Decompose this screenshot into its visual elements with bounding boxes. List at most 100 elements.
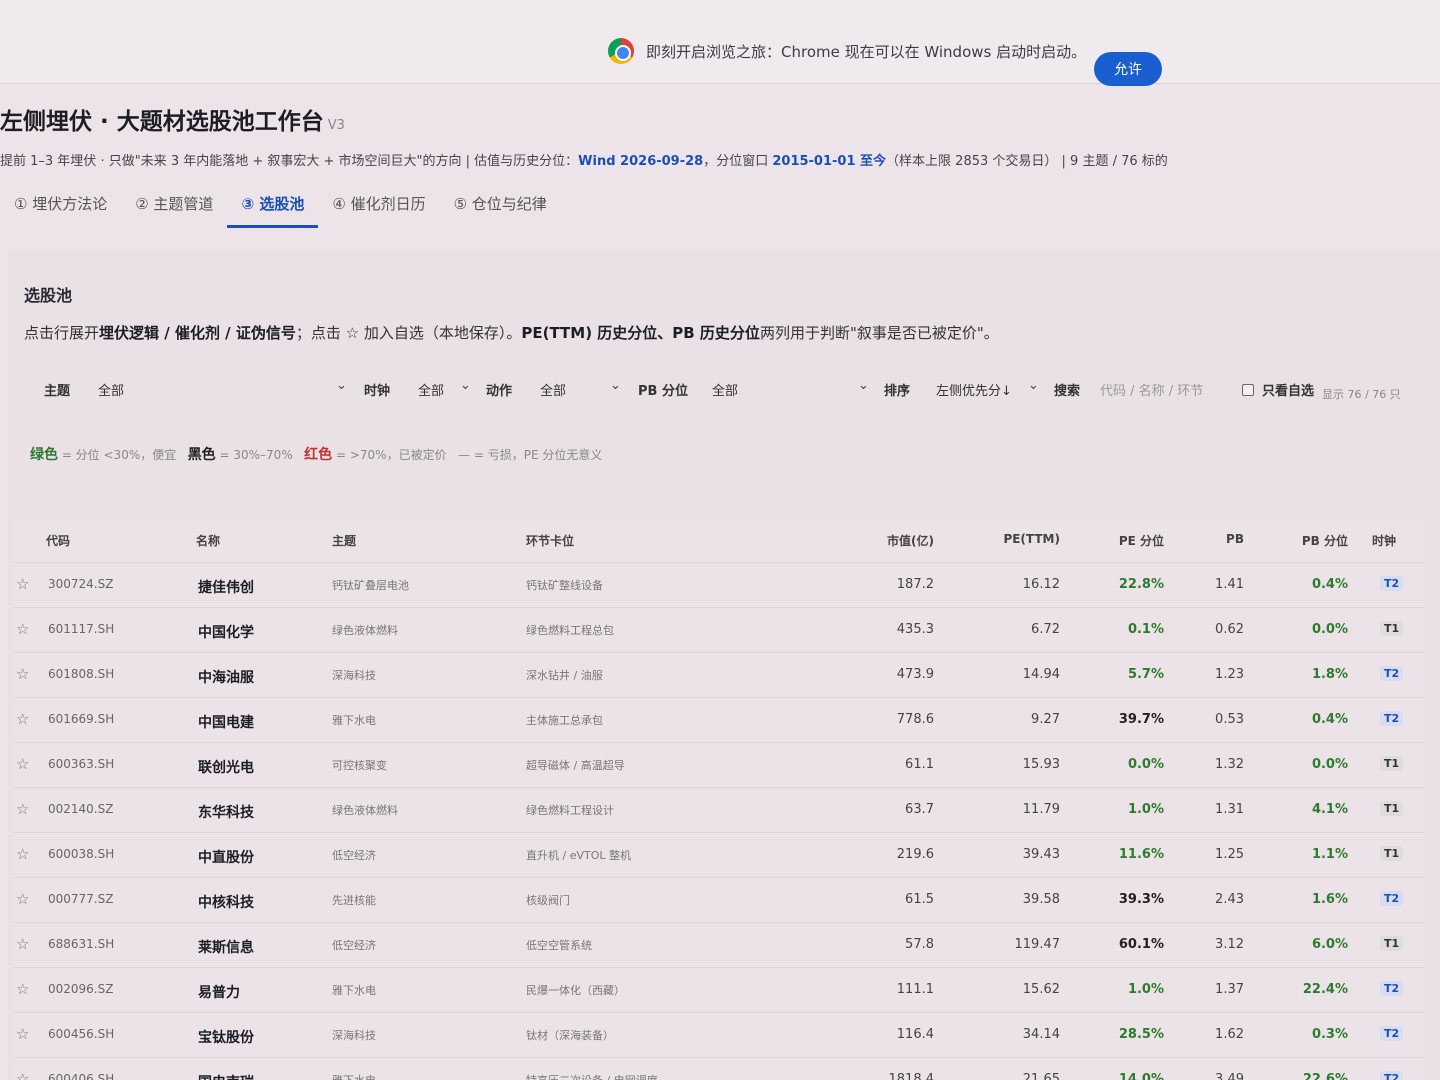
clock-badge: T2	[1380, 711, 1404, 726]
table-row[interactable]: ☆ 600406.SH 国电南瑞 雅下水电 特高压二次设备 / 电网调度 1818.4 21…	[14, 1057, 1424, 1080]
watchlist-only-label[interactable]: 只看自选	[1262, 380, 1314, 399]
watchlist-star-icon[interactable]: ☆	[16, 1025, 29, 1043]
table-row[interactable]: ☆ 601117.SH 中国化学 绿色液体燃料 绿色燃料工程总包 435.3 6.72 0.1…	[14, 607, 1424, 652]
market-cap: 61.5	[905, 892, 934, 907]
stock-name: 联创光电	[198, 760, 254, 776]
sort-select[interactable]: 左侧优先分↓	[936, 380, 1012, 399]
col-segment[interactable]: 环节卡位	[526, 532, 574, 549]
clock-badge: T1	[1380, 846, 1404, 861]
watchlist-star-icon[interactable]: ☆	[16, 845, 29, 863]
table-row[interactable]: ☆ 601669.SH 中国电建 雅下水电 主体施工总承包 778.6 9.27 39.7% 0…	[14, 697, 1424, 742]
search-input[interactable]: 代码 / 名称 / 环节	[1100, 380, 1203, 399]
legend-green-desc: = 分位 <30%，便宜	[58, 448, 177, 462]
legend-dash-desc: — = 亏损，PE 分位无意义	[458, 448, 603, 462]
stock-theme: 绿色液体燃料	[332, 624, 398, 637]
pb-percentile: 1.6%	[1311, 892, 1348, 907]
pe-percentile: 0.1%	[1127, 622, 1164, 637]
pb-value: 0.53	[1215, 712, 1244, 727]
stock-segment: 主体施工总承包	[526, 714, 603, 727]
stock-segment: 特高压二次设备 / 电网调度	[526, 1072, 658, 1080]
pe-ttm: 21.65	[1022, 1072, 1060, 1080]
pe-percentile: 39.7%	[1118, 712, 1164, 727]
table-row[interactable]: ☆ 600038.SH 中直股份 低空经济 直升机 / eVTOL 整机 219.6 39.…	[14, 832, 1424, 877]
clock-filter-select[interactable]: 全部	[418, 380, 444, 399]
table-row[interactable]: ☆ 600363.SH 联创光电 可控核聚变 超导磁体 / 高温超导 61.1 15.93 0…	[14, 742, 1424, 787]
col-clock[interactable]: 时钟	[1372, 532, 1396, 549]
col-name[interactable]: 名称	[196, 532, 220, 549]
market-cap: 116.4	[896, 1027, 934, 1042]
pe-ttm: 14.94	[1022, 667, 1060, 682]
stock-code: 600406.SH	[48, 1072, 115, 1080]
stock-segment: 绿色燃料工程设计	[526, 804, 614, 817]
tab-stock-pool[interactable]: ③ 选股池	[227, 192, 319, 228]
market-cap: 778.6	[896, 712, 934, 727]
pe-ttm: 16.12	[1022, 577, 1060, 592]
table-row[interactable]: ☆ 002140.SZ 东华科技 绿色液体燃料 绿色燃料工程设计 63.7 11.79 1.0…	[14, 787, 1424, 832]
col-pb-percentile[interactable]: PB 分位	[1284, 532, 1348, 549]
clock-badge: T2	[1380, 576, 1404, 591]
tab-catalyst-calendar[interactable]: ④ 催化剂日历	[318, 192, 439, 228]
stock-name: 莱斯信息	[198, 940, 254, 956]
stock-theme: 雅下水电	[332, 714, 376, 727]
watchlist-star-icon[interactable]: ☆	[16, 665, 29, 683]
table-row[interactable]: ☆ 601808.SH 中海油服 深海科技 深水钻井 / 油服 473.9 14.94 5.7…	[14, 652, 1424, 697]
pb-value: 3.49	[1215, 1072, 1244, 1080]
watchlist-star-icon[interactable]: ☆	[16, 575, 29, 593]
market-cap: 1818.4	[888, 1072, 935, 1080]
table-row[interactable]: ☆ 000777.SZ 中核科技 先进核能 核级阀门 61.5 39.58 39.3% 2.43…	[14, 877, 1424, 922]
col-pe[interactable]: PE(TTM)	[984, 532, 1060, 546]
pe-percentile: 5.7%	[1127, 667, 1164, 682]
watchlist-star-icon[interactable]: ☆	[16, 980, 29, 998]
col-pe-percentile[interactable]: PE 分位	[1094, 532, 1164, 549]
col-code[interactable]: 代码	[46, 532, 70, 549]
clock-badge: T1	[1380, 756, 1404, 771]
clock-badge: T2	[1380, 891, 1404, 906]
table-row[interactable]: ☆ 002096.SZ 易普力 雅下水电 民爆一体化（西藏） 111.1 15.62 1.0%…	[14, 967, 1424, 1012]
watchlist-star-icon[interactable]: ☆	[16, 755, 29, 773]
market-cap: 111.1	[896, 982, 934, 997]
pe-percentile: 22.8%	[1118, 577, 1164, 592]
watchlist-star-icon[interactable]: ☆	[16, 890, 29, 908]
col-pb[interactable]: PB	[1184, 532, 1244, 546]
tab-position-discipline[interactable]: ⑤ 仓位与纪律	[440, 192, 561, 228]
watchlist-star-icon[interactable]: ☆	[16, 710, 29, 728]
pe-percentile: 60.1%	[1118, 937, 1164, 952]
stock-code: 002096.SZ	[48, 982, 114, 996]
table-row[interactable]: ☆ 688631.SH 莱斯信息 低空经济 低空空管系统 57.8 119.47 60.1% 3…	[14, 922, 1424, 967]
result-count: 显示 76 / 76 只	[1322, 388, 1401, 401]
market-cap: 57.8	[905, 937, 934, 952]
watchlist-checkbox[interactable]	[1242, 384, 1254, 396]
action-filter-select[interactable]: 全部	[540, 380, 566, 399]
stock-segment: 绿色燃料工程总包	[526, 624, 614, 637]
table-row[interactable]: ☆ 300724.SZ 捷佳伟创 钙钛矿叠层电池 钙钛矿整线设备 187.2 16.12 22…	[14, 562, 1424, 607]
watchlist-star-icon[interactable]: ☆	[16, 1070, 29, 1080]
table-row[interactable]: ☆ 600456.SH 宝钛股份 深海科技 钛材（深海装备） 116.4 34.14 28.5…	[14, 1012, 1424, 1057]
watchlist-star-icon[interactable]: ☆	[16, 800, 29, 818]
pe-percentile: 28.5%	[1118, 1027, 1164, 1042]
desc-part-2: 埋伏逻辑 / 催化剂 / 证伪信号	[99, 324, 296, 342]
stock-segment: 深水钻井 / 油服	[526, 669, 603, 682]
col-market-cap[interactable]: 市值(亿)	[864, 532, 934, 549]
watchlist-star-icon[interactable]: ☆	[16, 935, 29, 953]
clock-badge: T2	[1380, 981, 1404, 996]
theme-filter-select[interactable]: 全部	[98, 380, 124, 399]
chrome-notification-text: 即刻开启浏览之旅：Chrome 现在可以在 Windows 启动时启动。	[646, 42, 1087, 61]
tab-methodology[interactable]: ① 埋伏方法论	[0, 192, 121, 228]
stock-name: 中国化学	[198, 625, 254, 641]
pb-filter-select[interactable]: 全部	[712, 380, 738, 399]
page-title: 左侧埋伏 · 大题材选股池工作台 V3	[0, 102, 345, 136]
pb-percentile: 0.3%	[1311, 1027, 1348, 1042]
stock-segment: 低空空管系统	[526, 939, 592, 952]
allow-button[interactable]: 允许	[1094, 52, 1162, 86]
tab-theme-pipeline[interactable]: ② 主题管道	[121, 192, 227, 228]
chevron-down-icon: ⌄	[1028, 378, 1039, 393]
chevron-down-icon: ⌄	[858, 378, 869, 393]
stock-code: 300724.SZ	[48, 577, 114, 591]
pe-percentile: 14.0%	[1118, 1072, 1164, 1080]
pb-value: 0.62	[1215, 622, 1244, 637]
window-range: 2015-01-01 至今	[772, 154, 887, 169]
watchlist-star-icon[interactable]: ☆	[16, 620, 29, 638]
col-theme[interactable]: 主题	[332, 532, 356, 549]
pe-percentile: 1.0%	[1127, 982, 1164, 997]
stock-name: 易普力	[198, 985, 240, 1001]
